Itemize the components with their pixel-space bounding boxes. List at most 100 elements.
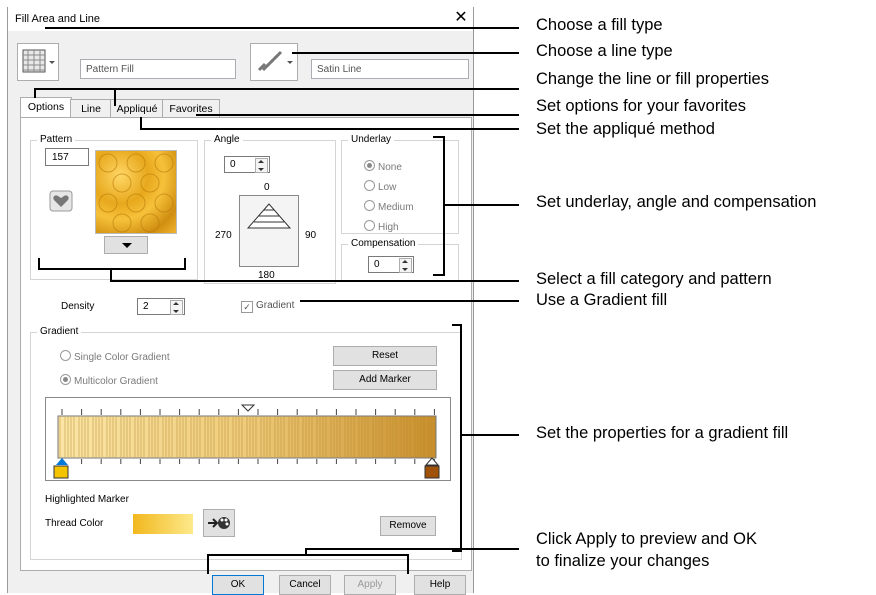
callout-pattern: Select a fill category and pattern (536, 270, 772, 288)
ok-button[interactable]: OK (212, 575, 264, 595)
pattern-swatch[interactable] (95, 150, 177, 234)
compensation-label: Compensation (348, 238, 419, 249)
remove-button[interactable]: Remove (380, 516, 436, 536)
underlay-low-radio[interactable]: Low (364, 180, 396, 193)
buttons-bracket (207, 554, 409, 574)
callout-line-pattern (110, 280, 519, 282)
compensation-value: 0 (374, 259, 380, 270)
pattern-bracket (38, 258, 186, 270)
apply-button[interactable]: Apply (344, 575, 396, 595)
callout-line-gradient-check (300, 300, 519, 302)
add-marker-button[interactable]: Add Marker (333, 370, 437, 390)
gradient-bar[interactable] (46, 398, 450, 480)
single-color-gradient-label: Single Color Gradient (74, 352, 170, 363)
radio-icon (364, 180, 375, 191)
right-marker-arrow[interactable] (424, 457, 440, 466)
satin-line-icon (257, 50, 293, 72)
cancel-button[interactable]: Cancel (279, 575, 331, 595)
compensation-spinner[interactable]: 0 (368, 256, 414, 273)
callout-line-line-type (292, 52, 519, 54)
multicolor-gradient-radio[interactable]: Multicolor Gradient (60, 374, 158, 387)
gradient-editor[interactable] (45, 397, 451, 481)
angle-value: 0 (230, 159, 236, 170)
callout-line-applique (140, 128, 519, 130)
multicolor-gradient-label: Multicolor Gradient (74, 376, 158, 387)
underlay-low-label: Low (378, 182, 397, 193)
angle-spinner[interactable]: 0 (224, 156, 270, 173)
pattern-label: Pattern (37, 134, 76, 145)
callout-fill-type: Choose a fill type (536, 16, 663, 34)
thread-color-label: Thread Color (45, 518, 104, 529)
callout-line-underlay (443, 204, 519, 206)
thread-color-swatch[interactable] (133, 514, 193, 534)
pattern-dropdown-button[interactable] (104, 236, 148, 254)
gradient-bracket (452, 324, 462, 552)
callout-line-apply (305, 548, 519, 550)
pattern-number-field[interactable]: 157 (45, 148, 89, 166)
underlay-label: Underlay (348, 134, 395, 145)
underlay-medium-label: Medium (378, 202, 414, 213)
radio-icon (60, 350, 71, 361)
tab-applique[interactable]: Appliqué (110, 99, 164, 119)
dial-label-top: 0 (264, 182, 270, 193)
callout-finalize: to finalize your changes (536, 552, 710, 570)
callout-apply: Click Apply to preview and OK (536, 530, 758, 548)
callout-favorites: Set options for your favorites (536, 97, 747, 115)
density-spinner[interactable]: 2 (137, 298, 185, 315)
gradient-checkbox[interactable]: ✓ Gradient (241, 300, 294, 313)
callout-line-properties-right (114, 88, 116, 106)
heart-favorite-icon[interactable] (49, 190, 73, 212)
right-color-marker[interactable] (424, 465, 440, 479)
underlay-medium-radio[interactable]: Medium (364, 200, 414, 213)
underlay-high-label: High (378, 222, 399, 233)
fill-type-field[interactable]: Pattern Fill (80, 59, 236, 79)
single-color-gradient-radio[interactable]: Single Color Gradient (60, 350, 170, 363)
left-color-marker[interactable] (53, 465, 69, 479)
callout-line-favorites (196, 114, 519, 116)
line-type-field[interactable]: Satin Line (311, 59, 469, 79)
tab-options[interactable]: Options (20, 97, 72, 119)
highlighted-marker-label: Highlighted Marker (45, 494, 129, 505)
gradient-midpoint-marker[interactable] (240, 404, 256, 412)
callout-line-properties-left (34, 88, 36, 98)
dial-label-right: 90 (305, 230, 317, 241)
callout-underlay: Set underlay, angle and compensation (536, 193, 817, 211)
reset-button[interactable]: Reset (333, 346, 437, 366)
callout-line-properties (34, 88, 519, 90)
line-type-picker[interactable] (250, 43, 298, 81)
callout-gradient-props: Set the properties for a gradient fill (536, 424, 789, 442)
callout-line-type: Choose a line type (536, 42, 673, 60)
triangle-down-icon (122, 243, 132, 248)
gradient-label: Gradient (37, 326, 82, 337)
underlay-high-radio[interactable]: High (364, 220, 399, 233)
options-tab-panel: Pattern 157 Angle 0 0 270 90 180 Underla… (20, 117, 472, 571)
spinner-arrows-icon[interactable] (399, 258, 412, 273)
spinner-arrows-icon[interactable] (255, 158, 268, 173)
angle-dial[interactable] (239, 195, 299, 267)
angle-triangle-icon (246, 203, 292, 229)
callout-line-apply-vert (305, 548, 307, 556)
tab-favorites[interactable]: Favorites (162, 99, 220, 119)
underlay-bracket (433, 136, 445, 276)
tab-line[interactable]: Line (70, 99, 112, 119)
fill-type-picker[interactable] (17, 43, 59, 81)
radio-selected-icon (60, 374, 71, 385)
chevron-down-icon (287, 61, 293, 64)
left-marker-arrow[interactable] (56, 458, 68, 465)
callout-line-applique-vert (140, 117, 142, 129)
angle-label: Angle (211, 134, 243, 145)
callout-applique: Set the appliqué method (536, 120, 715, 138)
callout-line-fill-type (45, 27, 519, 29)
radio-icon (364, 220, 375, 231)
underlay-none-radio[interactable]: None (364, 160, 402, 173)
density-label: Density (61, 301, 95, 312)
close-icon[interactable]: ✕ (452, 9, 470, 27)
color-palette-icon (208, 517, 230, 529)
spinner-arrows-icon[interactable] (170, 300, 183, 315)
help-button[interactable]: Help (414, 575, 466, 595)
fill-pattern-icon (22, 49, 55, 73)
callout-gradient-fill: Use a Gradient fill (536, 291, 668, 309)
underlay-none-label: None (378, 162, 402, 173)
thread-color-picker-button[interactable] (203, 509, 235, 537)
checkmark-icon: ✓ (241, 301, 253, 313)
